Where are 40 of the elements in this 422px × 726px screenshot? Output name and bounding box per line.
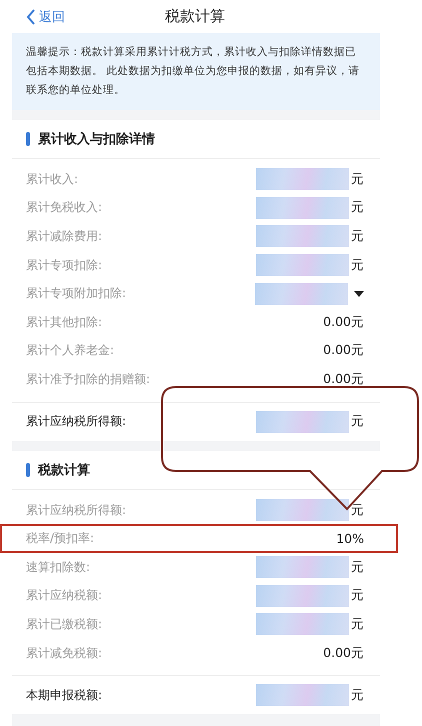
unit-label: 元	[351, 199, 364, 216]
chevron-left-icon	[26, 8, 36, 24]
row-label: 累计免税收入:	[26, 199, 102, 216]
row-value: 0.00元	[323, 342, 364, 360]
row-label: 累计收入:	[26, 170, 78, 188]
row-value: 10%	[336, 531, 364, 546]
unit-label: 元	[351, 413, 364, 430]
row-label: 累计专项扣除:	[26, 256, 102, 274]
row-label: 累计其他扣除:	[26, 314, 102, 331]
unit-label: 元	[351, 256, 364, 274]
row-label: 累计应纳税额:	[26, 587, 102, 604]
section-marker	[26, 132, 30, 146]
row-label: 累计准予扣除的捐赠额:	[26, 370, 150, 388]
unit-label: 元	[351, 502, 364, 519]
notice-text: 温馨提示：税款计算采用累计计税方式，累计收入与扣除详情数据已包括本期数据。 此处数据为扣缴单位为您申报的数据，如有异议，请联系您的单位处理。	[12, 33, 380, 110]
row-label: 累计应纳税所得额:	[26, 502, 126, 519]
total-label: 累计应纳税所得额:	[26, 413, 126, 430]
row-value: 0.00元	[323, 644, 364, 662]
unit-label: 元	[351, 587, 364, 604]
caret-icon[interactable]	[354, 290, 364, 297]
section-title: 累计收入与扣除详情	[38, 130, 155, 148]
unit-label: 元	[351, 616, 364, 633]
row-label: 累计专项附加扣除:	[26, 285, 126, 302]
total-label: 本期申报税额:	[26, 686, 102, 704]
back-button[interactable]: 返回	[0, 8, 65, 26]
row-label: 税率/预扣率:	[26, 530, 94, 548]
row-label: 累计减除费用:	[26, 228, 102, 245]
row-label: 速算扣除数:	[26, 558, 90, 576]
unit-label: 元	[351, 558, 364, 576]
section-marker	[26, 462, 30, 477]
row-label: 累计已缴税额:	[26, 616, 102, 633]
unit-label: 元	[351, 228, 364, 245]
unit-label: 元	[351, 170, 364, 188]
section-title: 税款计算	[38, 462, 90, 479]
row-value: 0.00元	[323, 314, 364, 331]
row-label: 累计个人养老金:	[26, 342, 114, 360]
row-label: 累计减免税额:	[26, 644, 102, 662]
page-title: 税款计算	[165, 7, 225, 26]
row-value: 0.00元	[323, 370, 364, 388]
unit-label: 元	[351, 686, 364, 704]
